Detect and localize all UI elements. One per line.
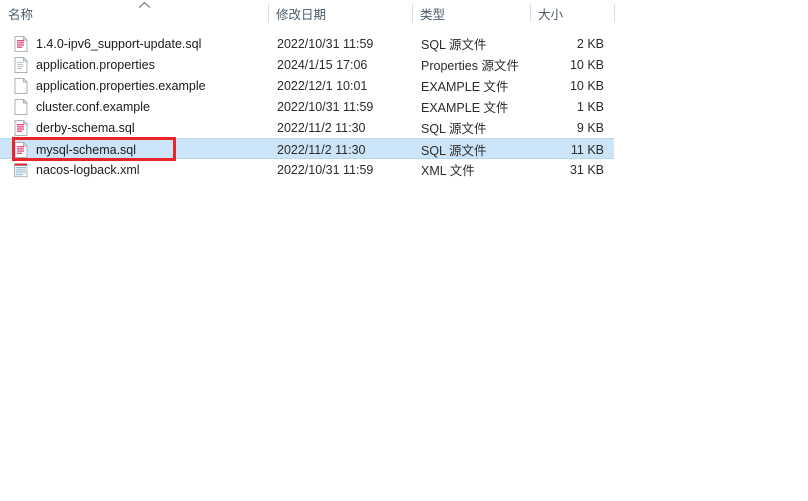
file-type-cell: EXAMPLE 文件	[421, 101, 509, 115]
file-date-modified-cell: 2022/12/1 10:01	[277, 78, 368, 93]
column-header-date-modified-label: 修改日期	[276, 8, 327, 22]
column-divider	[268, 4, 269, 22]
sort-ascending-icon	[138, 1, 151, 10]
column-header-name[interactable]: 名称	[0, 0, 268, 27]
file-row[interactable]: derby-schema.sql 2022/11/2 11:30 SQL 源文件 9 …	[0, 117, 614, 138]
column-header-size[interactable]: 大小	[530, 0, 615, 27]
file-name-label: mysql-schema.sql	[36, 142, 137, 157]
file-date-modified-cell: 2022/11/2 11:30	[277, 142, 366, 157]
file-name-cell[interactable]: application.properties	[0, 54, 268, 75]
file-row[interactable]: application.properties.example 2022/12/1 …	[0, 75, 614, 96]
sql-file-icon	[13, 119, 29, 136]
file-name-cell[interactable]: nacos-logback.xml	[0, 159, 268, 180]
file-name-cell[interactable]: 1.4.0-ipv6_support-update.sql	[0, 33, 268, 54]
file-row[interactable]: nacos-logback.xml 2022/10/31 11:59 XML 文件 3…	[0, 159, 614, 180]
file-size-cell: 9 KB	[576, 120, 604, 135]
file-type-cell: XML 文件	[421, 164, 475, 178]
properties-file-icon	[13, 56, 29, 73]
file-date-modified-cell: 2024/1/15 17:06	[277, 57, 368, 72]
column-header-type[interactable]: 类型	[412, 0, 530, 27]
file-size-cell: 10 KB	[569, 57, 604, 72]
file-type-cell: EXAMPLE 文件	[421, 80, 509, 94]
file-type-cell: SQL 源文件	[421, 122, 487, 136]
file-name-label: application.properties.example	[36, 78, 206, 93]
file-row[interactable]: 1.4.0-ipv6_support-update.sql 2022/10/31 …	[0, 33, 614, 54]
column-header-date-modified[interactable]: 修改日期	[268, 0, 412, 27]
file-list-view[interactable]: 名称 修改日期 类型 大小 1.4.0-ipv6_support-update.…	[0, 0, 808, 501]
file-name-cell[interactable]: application.properties.example	[0, 75, 268, 96]
file-row[interactable]: application.properties 2024/1/15 17:06 Pro…	[0, 54, 614, 75]
file-name-cell[interactable]: cluster.conf.example	[0, 96, 268, 117]
file-row[interactable]: mysql-schema.sql 2022/11/2 11:30 SQL 源文件 11…	[0, 138, 614, 159]
blank-file-icon	[13, 98, 29, 115]
file-date-modified-cell: 2022/11/2 11:30	[277, 120, 366, 135]
column-header-row: 名称 修改日期 类型 大小	[0, 0, 808, 27]
file-size-cell: 1 KB	[576, 99, 604, 114]
file-name-label: derby-schema.sql	[36, 120, 135, 135]
file-name-label: 1.4.0-ipv6_support-update.sql	[36, 36, 202, 51]
file-size-cell: 11 KB	[570, 142, 604, 157]
column-divider	[412, 4, 413, 22]
file-name-label: cluster.conf.example	[36, 99, 150, 114]
blank-file-icon	[13, 77, 29, 94]
file-name-label: application.properties	[36, 57, 155, 72]
file-type-cell: SQL 源文件	[421, 38, 487, 52]
xml-file-icon	[13, 162, 29, 178]
file-rows-container: 1.4.0-ipv6_support-update.sql 2022/10/31 …	[0, 33, 808, 180]
column-divider	[530, 4, 531, 22]
column-header-type-label: 类型	[420, 8, 446, 22]
file-name-cell[interactable]: derby-schema.sql	[0, 117, 268, 138]
file-size-cell: 2 KB	[576, 36, 604, 51]
file-name-label: nacos-logback.xml	[36, 162, 140, 177]
column-divider	[614, 4, 615, 22]
file-size-cell: 31 KB	[569, 162, 604, 177]
file-date-modified-cell: 2022/10/31 11:59	[277, 99, 374, 114]
sql-file-icon	[13, 35, 29, 52]
file-type-cell: Properties 源文件	[421, 59, 519, 73]
file-date-modified-cell: 2022/10/31 11:59	[277, 36, 374, 51]
column-header-name-label: 名称	[8, 8, 34, 22]
file-row[interactable]: cluster.conf.example 2022/10/31 11:59 EXAM…	[0, 96, 614, 117]
file-date-modified-cell: 2022/10/31 11:59	[277, 162, 374, 177]
file-type-cell: SQL 源文件	[421, 144, 487, 158]
sql-file-icon	[13, 141, 29, 158]
column-header-size-label: 大小	[538, 8, 564, 22]
file-size-cell: 10 KB	[569, 78, 604, 93]
file-name-cell[interactable]: mysql-schema.sql	[0, 139, 268, 160]
